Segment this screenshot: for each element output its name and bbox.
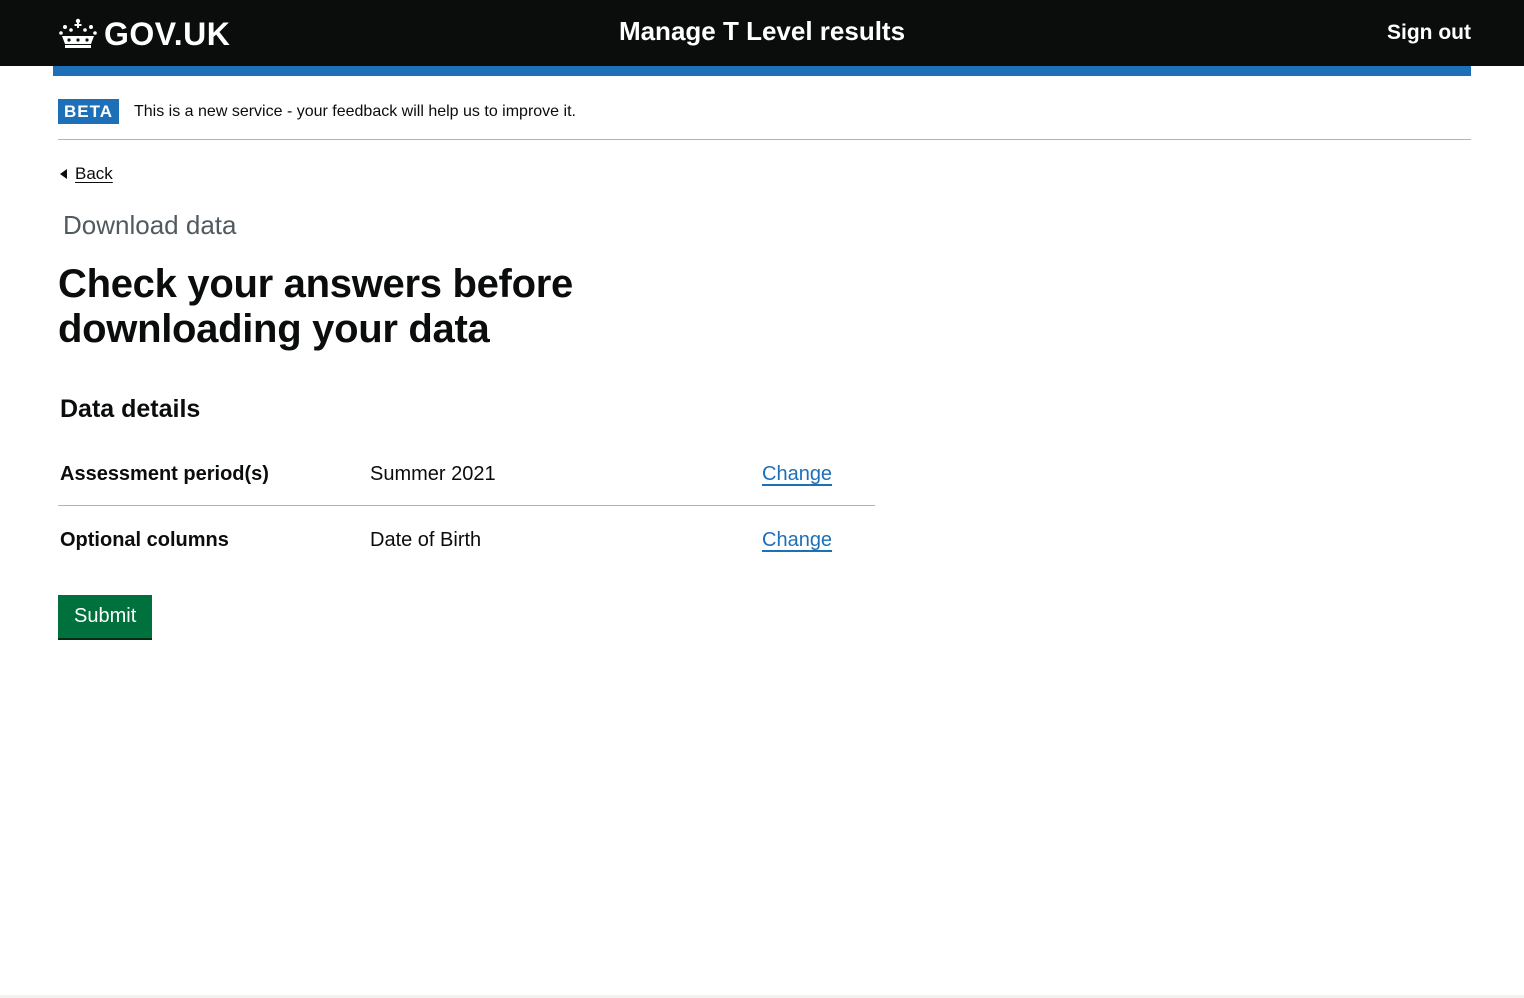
summary-value: Date of Birth xyxy=(370,529,482,551)
crown-icon xyxy=(58,18,98,50)
phase-banner: BETA This is a new service - your feedba… xyxy=(58,97,1471,140)
page-title: Check your answers before downloading yo… xyxy=(58,262,573,351)
summary-value: Summer 2021 xyxy=(370,463,496,485)
govuk-logo-link[interactable]: GOV.UK xyxy=(58,14,230,54)
submit-button[interactable]: Submit xyxy=(58,595,153,638)
summary-key: Optional columns xyxy=(60,529,229,551)
section-heading: Data details xyxy=(60,395,201,423)
summary-row: Assessment period(s) Summer 2021 Change xyxy=(58,440,875,506)
phase-tag: BETA xyxy=(58,99,120,124)
phase-banner-text: This is a new service - your feedback wi… xyxy=(134,103,576,120)
summary-row: Optional columns Date of Birth Change xyxy=(58,506,875,572)
change-optional-columns-link[interactable]: Change xyxy=(762,526,832,554)
header-blue-bar xyxy=(53,66,1471,76)
back-link-label: Back xyxy=(75,164,113,183)
service-name-link[interactable]: Manage T Level results xyxy=(619,16,905,46)
chevron-left-icon xyxy=(60,169,67,179)
logo-text: GOV.UK xyxy=(104,16,231,52)
back-link[interactable]: Back xyxy=(60,162,113,186)
summary-key: Assessment period(s) xyxy=(60,463,269,485)
sign-out-link[interactable]: Sign out xyxy=(1387,18,1471,48)
site-header: GOV.UK Manage T Level results Sign out xyxy=(0,0,1524,66)
change-assessment-period-link[interactable]: Change xyxy=(762,460,832,488)
summary-list: Assessment period(s) Summer 2021 Change … xyxy=(58,440,875,572)
page-caption: Download data xyxy=(63,210,237,240)
